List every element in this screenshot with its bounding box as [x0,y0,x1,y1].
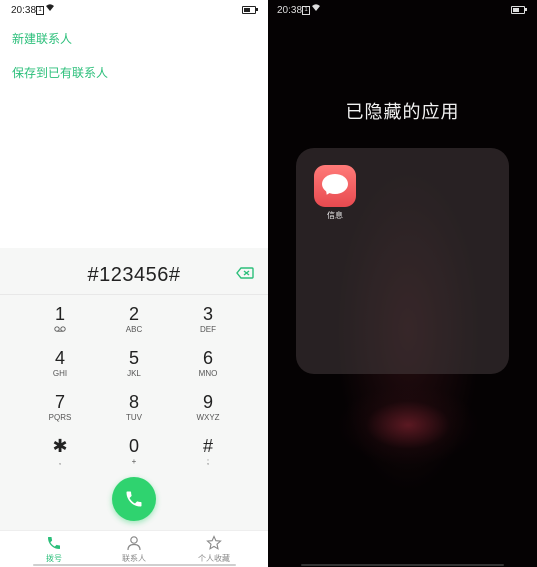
call-button[interactable] [112,477,156,521]
dialpad: #123456# 1 2 ABC 3 DEF 4 GHI 5 JKL 6 MNO 7 PQRS 8 TUV 9… [0,248,268,567]
key-8[interactable]: 8 TUV [104,392,164,432]
phone-icon [126,491,142,507]
voicemail-icon [30,325,90,335]
sim-badge: 1 [36,6,44,15]
home-indicator[interactable] [301,564,504,566]
key-digit: 8 [128,392,139,412]
nav-favorites[interactable]: 个人收藏 [184,535,244,564]
save-to-existing-contact-link[interactable]: 保存到已有联系人 [12,64,108,81]
key-9[interactable]: 9 WXYZ [178,392,238,432]
key-letters: GHI [52,369,68,378]
key-letters: MNO [198,369,218,378]
key-digit: 7 [54,392,65,412]
nav-dial[interactable]: 拨号 [24,535,84,564]
status-bar: 20:38 1 [268,0,537,20]
key-0[interactable]: 0 + [104,436,164,476]
key-digit: 5 [128,348,139,368]
nav-label: 联系人 [122,554,146,563]
key-digit: 6 [202,348,213,368]
status-bar: 20:38 1 [0,0,268,20]
key-digit: 1 [54,304,65,324]
key-digit: 0 [128,436,139,456]
key-hash[interactable]: #; [178,436,238,476]
key-star[interactable]: ✱, [30,436,90,476]
wifi-icon [311,3,321,14]
key-letters: ABC [125,325,143,334]
phone-icon [24,535,84,551]
key-digit: 9 [202,392,213,412]
key-7[interactable]: 7 PQRS [30,392,90,432]
key-digit: ✱ [52,436,68,456]
person-icon [104,535,164,551]
home-indicator[interactable] [33,564,236,566]
nav-label: 个人收藏 [198,554,230,563]
key-digit: 3 [202,304,213,324]
nav-label: 拨号 [46,554,62,563]
key-2[interactable]: 2 ABC [104,304,164,344]
battery-fill [244,8,250,12]
key-letters: + [131,457,137,466]
wifi-icon [45,3,55,14]
key-4[interactable]: 4 GHI [30,348,90,388]
dialer-screen: 20:38 1 新建联系人 保存到已有联系人 #123456# 1 2 ABC 3 DE… [0,0,268,567]
key-digit: # [202,436,213,456]
key-6[interactable]: 6 MNO [178,348,238,388]
key-digit: 2 [128,304,139,324]
app-label-messages: 信息 [327,211,343,220]
hidden-apps-folder: 信息 [296,148,509,374]
page-title: 已隐藏的应用 [345,102,460,122]
status-time: 20:38 [277,5,303,16]
key-letters: , [58,457,62,466]
sim-badge: 1 [302,6,310,15]
battery-fill [513,8,519,12]
status-time: 20:38 [11,5,37,16]
nav-contacts[interactable]: 联系人 [104,535,164,564]
new-contact-link[interactable]: 新建联系人 [12,30,72,47]
message-bubble-icon[interactable] [314,165,356,207]
key-1[interactable]: 1 [30,304,90,344]
backspace-icon[interactable] [236,266,254,279]
star-icon [184,535,244,551]
battery-icon [511,6,527,14]
divider [0,294,268,295]
key-letters: DEF [200,325,216,334]
bottom-nav: 拨号 联系人 个人收藏 [0,530,268,567]
dialed-number[interactable]: #123456# [0,264,268,287]
battery-icon [242,6,258,14]
key-letters: WXYZ [196,413,220,422]
key-3[interactable]: 3 DEF [178,304,238,344]
key-letters: TUV [126,413,142,422]
hidden-apps-screen: 20:38 1 已隐藏的应用 信息 [268,0,537,567]
key-letters: JKL [127,369,141,378]
key-5[interactable]: 5 JKL [104,348,164,388]
key-letters: PQRS [48,413,72,422]
key-digit: 4 [54,348,65,368]
key-letters: ; [206,457,210,466]
